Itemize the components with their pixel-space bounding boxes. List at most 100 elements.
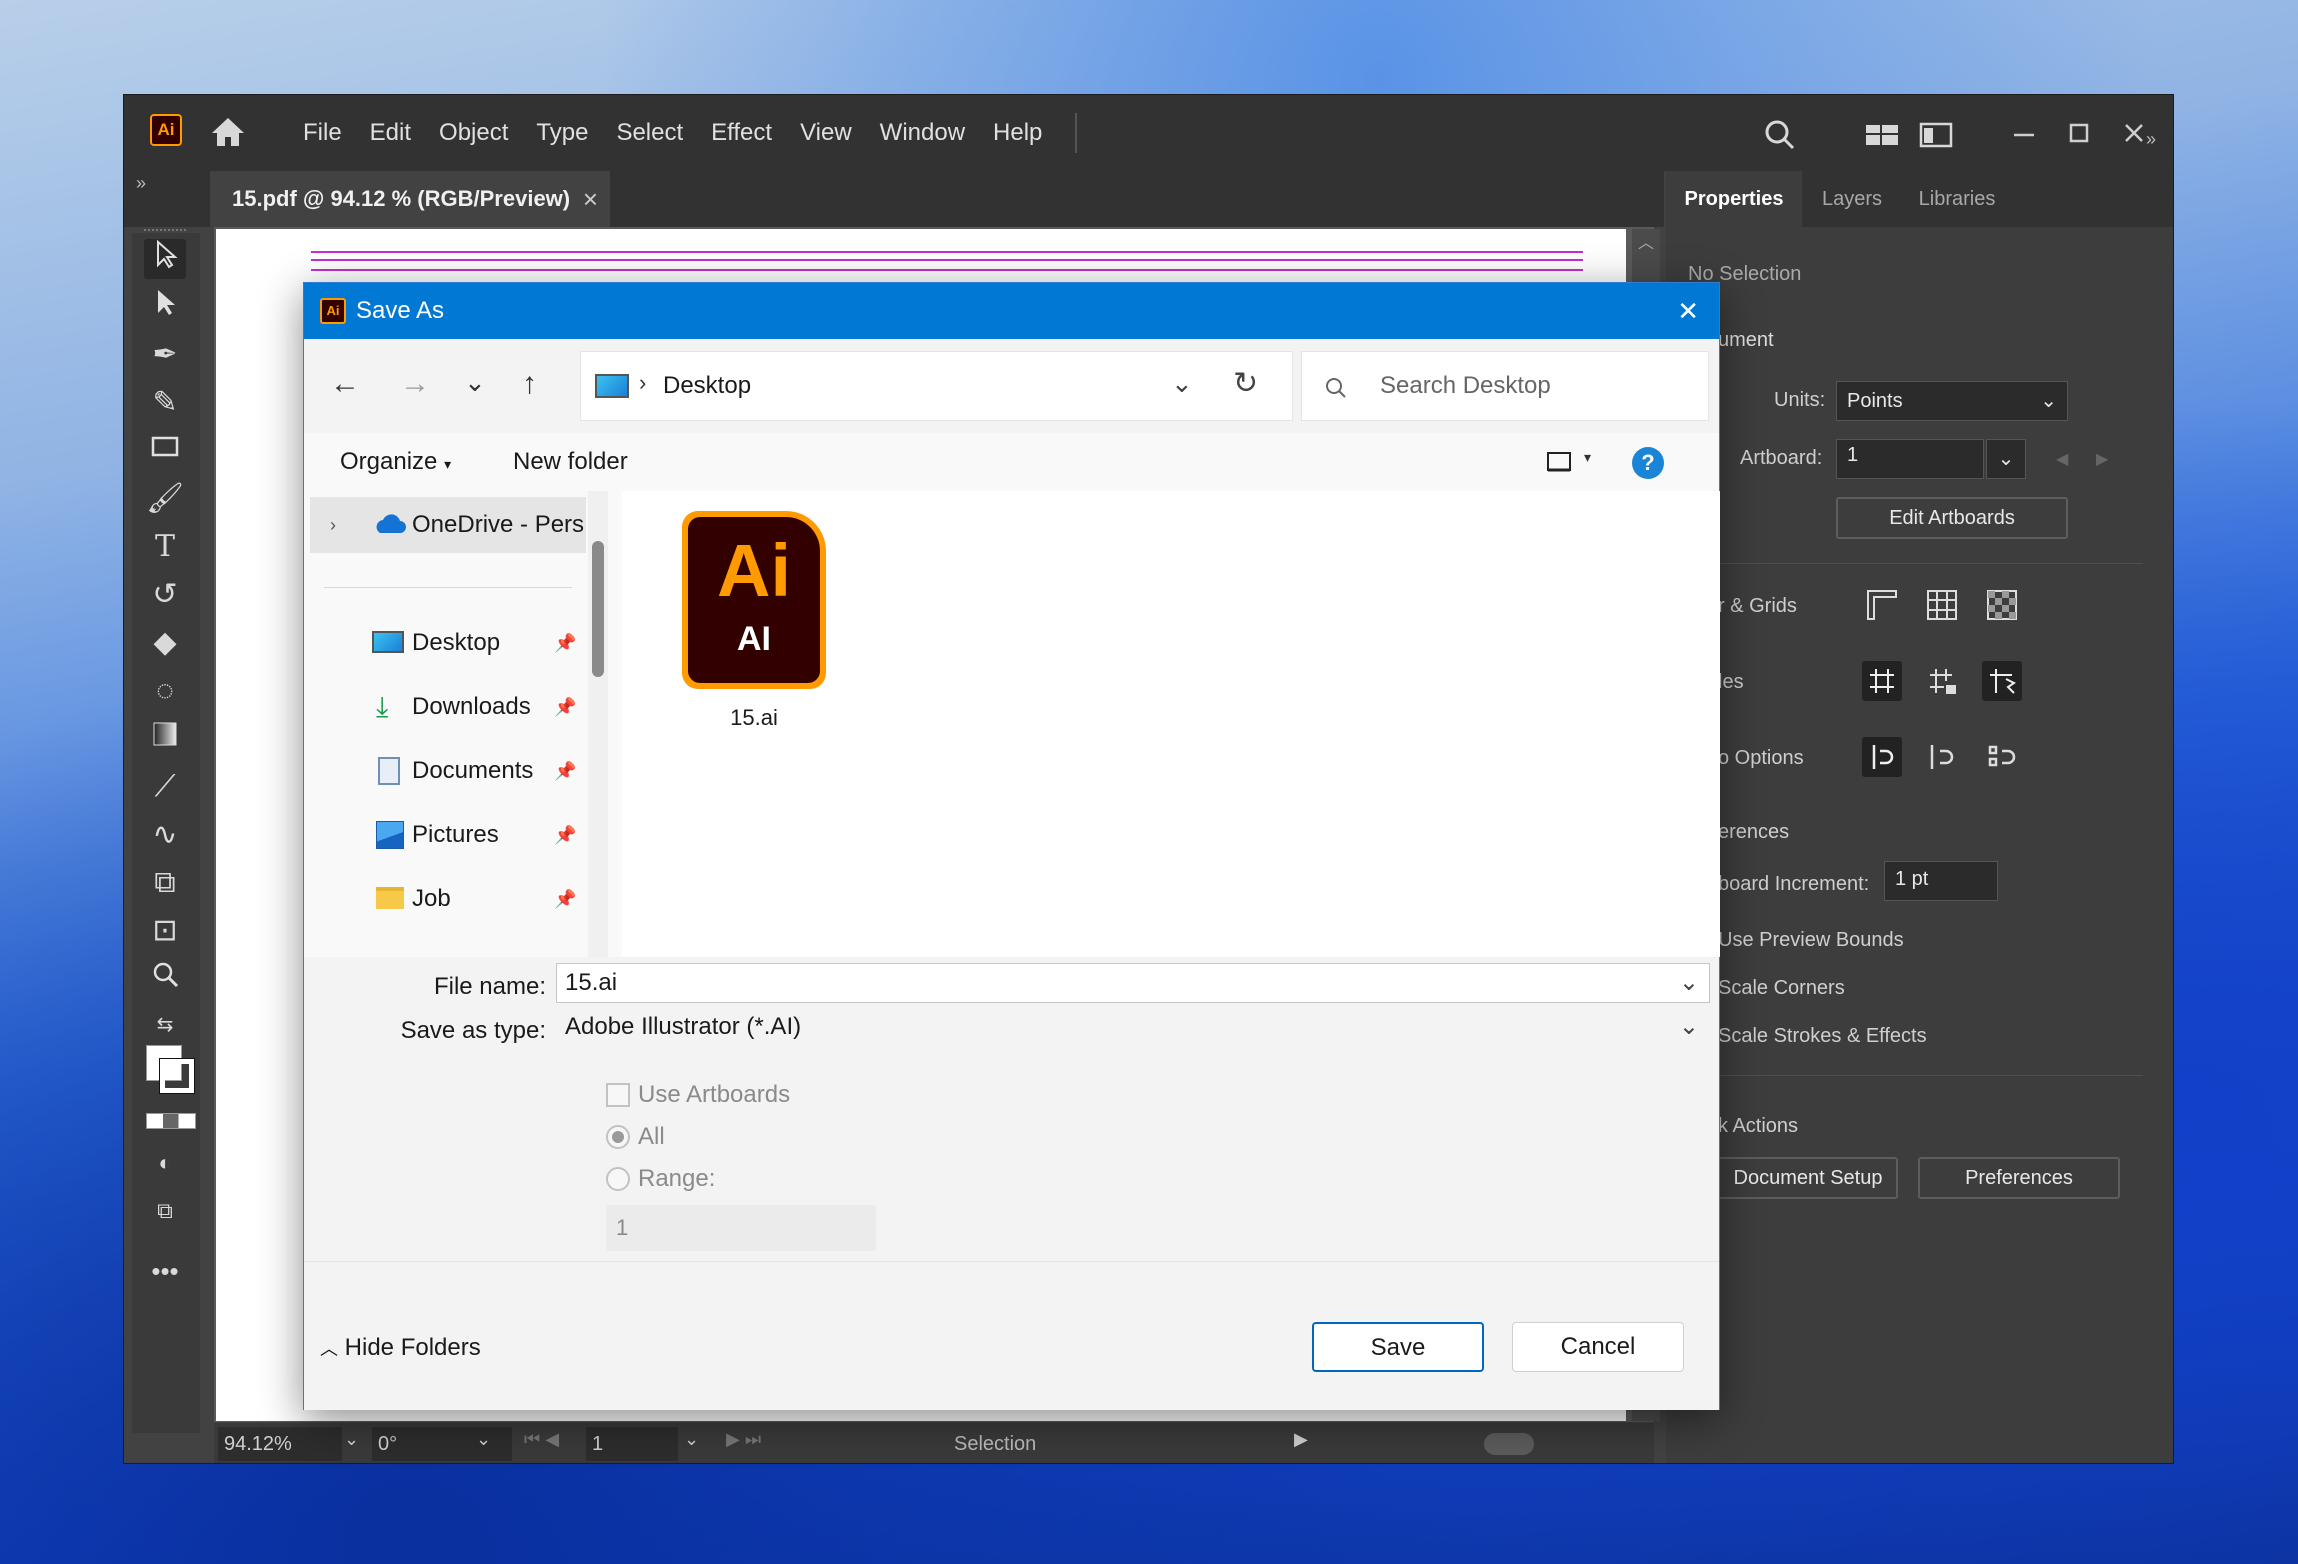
chevron-down-icon[interactable]: ⌄	[1171, 368, 1193, 399]
minimize-icon[interactable]	[2004, 117, 2044, 153]
pin-icon[interactable]: 📌	[554, 871, 576, 927]
units-select[interactable]: Points ⌄	[1836, 381, 2068, 421]
use-preview-bounds-checkbox[interactable]: Use Preview Bounds	[1718, 929, 1904, 952]
eraser-tool-icon[interactable]: ◆	[144, 623, 186, 663]
rotate-tool-icon[interactable]: ↺	[144, 575, 186, 615]
recent-locations-icon[interactable]: ⌄	[464, 367, 486, 398]
chevron-right-icon[interactable]: ›	[330, 497, 336, 553]
nav-scrollbar[interactable]	[588, 491, 608, 957]
nav-item-job[interactable]: Job 📌	[304, 871, 604, 927]
nav-item-onedrive[interactable]: › OneDrive - Perso	[310, 497, 586, 553]
artboard-field[interactable]: 1	[1836, 439, 1984, 479]
artboard-next-icon[interactable]: ▶	[2096, 449, 2108, 469]
view-options-icon[interactable]	[1546, 449, 1572, 475]
edit-artboards-button[interactable]: Edit Artboards	[1836, 497, 2068, 539]
menu-window[interactable]: Window	[866, 113, 979, 153]
range-radio[interactable]	[606, 1167, 630, 1191]
address-location[interactable]: Desktop	[663, 352, 751, 420]
ruler-icon[interactable]	[1862, 585, 1902, 625]
menu-object[interactable]: Object	[425, 113, 522, 153]
swap-fill-stroke-icon[interactable]: ⇆	[144, 1005, 186, 1045]
horizontal-scrollbar[interactable]	[1324, 1433, 1644, 1455]
draw-mode-icon[interactable]: ◐	[144, 1143, 186, 1183]
close-tab-icon[interactable]: ×	[583, 171, 598, 227]
rectangle-tool-icon[interactable]	[144, 431, 186, 471]
save-button[interactable]: Save	[1312, 1322, 1484, 1372]
nav-item-documents[interactable]: Documents 📌	[304, 743, 604, 799]
pin-icon[interactable]: 📌	[554, 679, 576, 735]
use-artboards-checkbox[interactable]	[606, 1083, 630, 1107]
nav-item-pictures[interactable]: Pictures 📌	[304, 807, 604, 863]
address-bar[interactable]: › Desktop ⌄ ↻	[580, 351, 1293, 421]
blend-tool-icon[interactable]: ∿	[144, 815, 186, 855]
artboard-dropdown-icon[interactable]: ⌄	[1986, 439, 2026, 479]
document-tab[interactable]: 15.pdf @ 94.12 % (RGB/Preview) ×	[210, 171, 610, 227]
forward-icon[interactable]: →	[400, 367, 430, 401]
keyboard-increment-field[interactable]: 1 pt	[1884, 861, 1998, 901]
rotation-dropdown-icon[interactable]: ⌄	[476, 1429, 491, 1450]
organize-button[interactable]: Organize ▾	[340, 433, 451, 493]
paintbrush-tool-icon[interactable]: 🖌	[144, 479, 186, 519]
caret-down-icon[interactable]: ▾	[1584, 449, 1591, 466]
close-icon[interactable]: ✕	[1677, 283, 1699, 339]
nav-scroll-thumb[interactable]	[592, 541, 604, 677]
toolbar-grip[interactable]	[144, 229, 186, 233]
eyedropper-tool-icon[interactable]: ⟋	[144, 767, 186, 807]
file-item[interactable]: Ai AI 15.ai	[682, 511, 826, 731]
more-tools-icon[interactable]: •••	[144, 1251, 186, 1291]
lasso-tool-icon[interactable]: ◌	[144, 671, 186, 711]
chevron-down-icon[interactable]: ⌄	[1679, 964, 1699, 1002]
color-mode-icon[interactable]	[146, 1113, 196, 1129]
nav-item-desktop[interactable]: Desktop 📌	[304, 615, 604, 671]
menu-select[interactable]: Select	[602, 113, 697, 153]
menu-edit[interactable]: Edit	[356, 113, 425, 153]
pin-icon[interactable]: 📌	[554, 615, 576, 671]
direct-selection-tool-icon[interactable]	[144, 287, 186, 327]
maximize-icon[interactable]	[2059, 117, 2099, 153]
file-name-input[interactable]: 15.ai	[565, 969, 617, 996]
hide-folders-button[interactable]: ︿ Hide Folders	[320, 1334, 481, 1362]
save-type-select[interactable]: Adobe Illustrator (*.AI) ⌄	[556, 1007, 1710, 1047]
tab-layers[interactable]: Layers	[1806, 171, 1898, 227]
artboard-tool-icon[interactable]: ⊡	[144, 911, 186, 951]
menu-type[interactable]: Type	[522, 113, 602, 153]
arrange-documents-icon[interactable]	[1862, 117, 1902, 153]
artboard-dropdown-icon[interactable]: ⌄	[684, 1429, 699, 1450]
up-icon[interactable]: ↑	[522, 367, 537, 401]
stroke-swatch[interactable]	[159, 1058, 195, 1094]
collapse-toolbar-icon[interactable]: »	[136, 173, 146, 194]
snap-to-point-icon[interactable]	[1862, 737, 1902, 777]
all-radio[interactable]	[606, 1125, 630, 1149]
transparency-grid-icon[interactable]	[1982, 585, 2022, 625]
snap-to-glyph-icon[interactable]	[1982, 737, 2022, 777]
scale-strokes-checkbox[interactable]: Scale Strokes & Effects	[1718, 1025, 1927, 1048]
tab-libraries[interactable]: Libraries	[1902, 171, 2012, 227]
smart-guides-icon[interactable]	[1982, 661, 2022, 701]
lock-guides-icon[interactable]	[1922, 661, 1962, 701]
range-input[interactable]: 1	[606, 1205, 876, 1251]
pin-icon[interactable]: 📌	[554, 807, 576, 863]
scale-corners-checkbox[interactable]: Scale Corners	[1718, 977, 1845, 1000]
menu-help[interactable]: Help	[979, 113, 1056, 153]
type-tool-icon[interactable]: T	[144, 527, 186, 567]
artboard-prev-icon[interactable]: ◀	[2056, 449, 2068, 469]
search-icon[interactable]	[1760, 117, 1800, 153]
last-artboard-icon[interactable]: ▶ ⏭	[726, 1429, 761, 1450]
nav-item-downloads[interactable]: ⤓ Downloads 📌	[304, 679, 604, 735]
menu-view[interactable]: View	[786, 113, 866, 153]
zoom-level[interactable]: 94.12%	[218, 1427, 342, 1461]
new-folder-button[interactable]: New folder	[513, 433, 628, 491]
shape-builder-tool-icon[interactable]: ⧉	[144, 863, 186, 903]
home-icon[interactable]	[210, 115, 246, 149]
back-icon[interactable]: ←	[330, 367, 360, 401]
snap-to-pixel-icon[interactable]	[1922, 737, 1962, 777]
zoom-dropdown-icon[interactable]: ⌄	[344, 1429, 359, 1450]
status-menu-icon[interactable]: ▶	[1294, 1429, 1308, 1450]
scroll-thumb[interactable]	[1484, 1433, 1534, 1455]
artboard-number[interactable]: 1	[586, 1427, 678, 1461]
gradient-tool-icon[interactable]	[144, 719, 186, 759]
search-box[interactable]: Search Desktop	[1301, 351, 1709, 421]
help-icon[interactable]: ?	[1632, 447, 1664, 479]
workspace-icon[interactable]	[1916, 117, 1956, 153]
menu-effect[interactable]: Effect	[697, 113, 786, 153]
